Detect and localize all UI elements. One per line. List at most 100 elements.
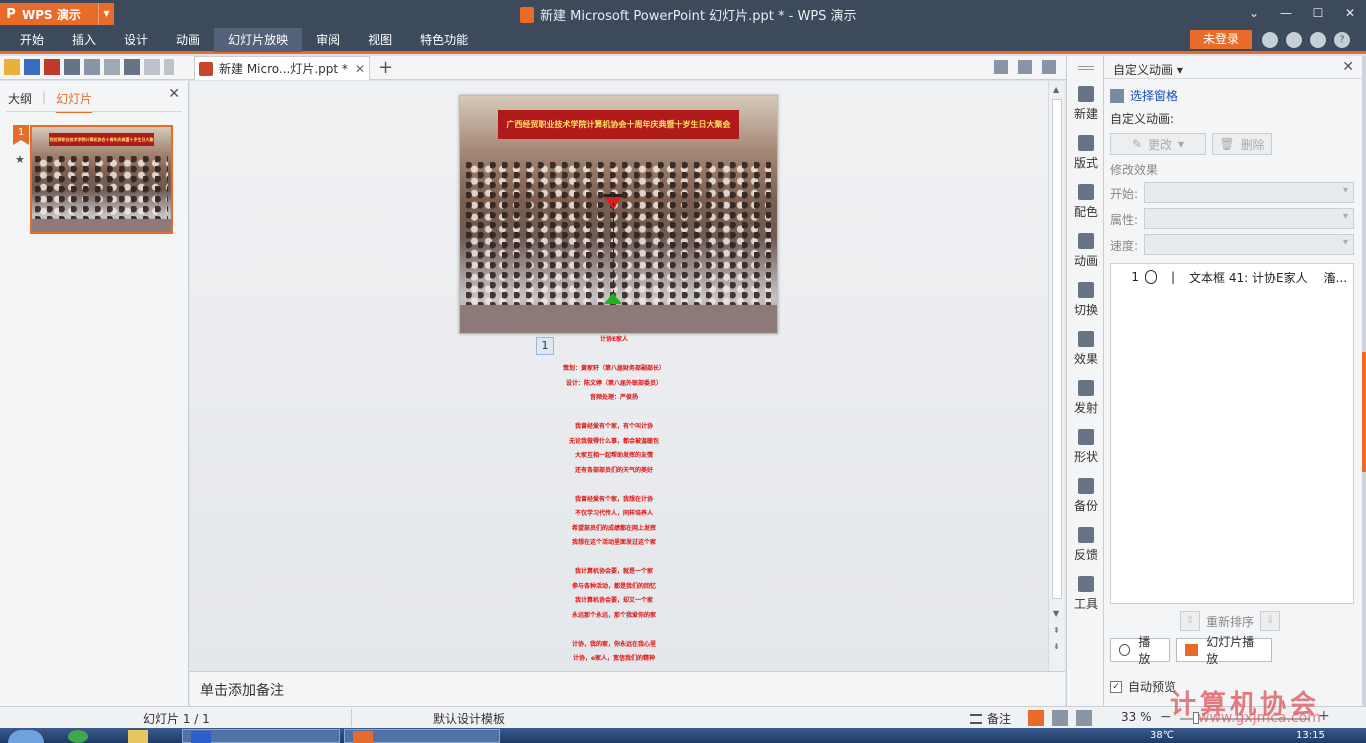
slide-text-line (539, 348, 689, 363)
auto-preview-checkbox[interactable]: ✓ (1110, 680, 1122, 693)
auto-preview-option[interactable]: ✓ 自动预览 (1110, 678, 1176, 695)
print-preview-icon[interactable] (84, 59, 100, 75)
close-pane-icon[interactable]: ✕ (1342, 59, 1354, 75)
next-slide-icon[interactable]: ⇟ (1053, 642, 1060, 651)
close-panel-icon[interactable]: ✕ (168, 86, 180, 102)
pane-collapse-handle[interactable] (1362, 352, 1366, 472)
slide-thumbnail[interactable]: 广西经贸职业技术学院计算机协会十周年庆典暨十岁生日大聚会 (30, 125, 173, 234)
sidebar-item-7[interactable]: 形状 (1067, 429, 1105, 465)
tab-review[interactable]: 审阅 (302, 28, 354, 52)
slideshow-button[interactable]: 幻灯片播放 (1176, 635, 1272, 666)
notes-pane[interactable]: 单击添加备注 (190, 671, 1065, 706)
tab-special-features[interactable]: 特色功能 (406, 28, 482, 52)
chevron-down-icon[interactable]: ▼ (98, 3, 114, 25)
undo-icon[interactable] (124, 59, 140, 75)
taskbar-app-1[interactable] (182, 729, 340, 743)
sidebar-item-2[interactable]: 配色 (1067, 184, 1105, 220)
close-tab-icon[interactable]: ✕ (355, 62, 365, 76)
login-button[interactable]: 未登录 (1190, 30, 1252, 49)
new-tab-button[interactable]: + (378, 57, 393, 78)
sidebar-item-1[interactable]: 版式 (1067, 135, 1105, 171)
slide-sorter-view-icon[interactable] (1052, 710, 1068, 726)
tab-slides[interactable]: 幻灯片 (56, 90, 93, 113)
toolbar-right-icons (994, 60, 1056, 74)
animation-list-item[interactable]: 1 | 文本框 41: 计协E家人 滀... (1111, 268, 1353, 286)
selection-pane-link[interactable]: 选择窗格 (1110, 87, 1178, 104)
play-button[interactable]: 播放 (1110, 635, 1170, 666)
menu-handle-icon[interactable] (1078, 66, 1094, 67)
sidebar-item-6[interactable]: 发射 (1067, 380, 1105, 416)
redo-icon[interactable] (144, 59, 160, 75)
canvas-scrollbar[interactable]: ▲ ▼ ⇞ ⇟ (1048, 81, 1065, 671)
pane-title[interactable]: 自定义动画 ▾ (1113, 61, 1183, 78)
minimize-button[interactable]: — (1270, 0, 1302, 28)
maximize-button[interactable]: ☐ (1302, 0, 1334, 28)
prev-slide-icon[interactable]: ⇞ (1053, 626, 1060, 635)
document-tab[interactable]: 新建 Micro...灯片.ppt * ✕ (194, 56, 370, 80)
custom-animation-pane: 自定义动画 ▾ ✕ 选择窗格 自定义动画: ✎ 更改 ▾ 🗑 删除 修改效果 开… (1104, 56, 1362, 706)
close-button[interactable]: ✕ (1334, 0, 1366, 28)
scroll-down-icon[interactable]: ▼ (1053, 609, 1059, 618)
tab-home[interactable]: 开始 (6, 28, 58, 52)
preview-icon[interactable] (104, 59, 120, 75)
taskbar-browser-icon[interactable] (60, 729, 114, 743)
tab-view[interactable]: 视图 (354, 28, 406, 52)
property-select[interactable] (1144, 208, 1354, 229)
help-icon[interactable]: ? (1334, 32, 1350, 48)
sidebar-item-0[interactable]: 新建 (1067, 86, 1105, 122)
tab-slideshow[interactable]: 幻灯片放映 (214, 28, 303, 52)
animation-star-icon: ★ (15, 153, 25, 166)
notes-placeholder[interactable]: 单击添加备注 (200, 680, 284, 700)
status-bar: 幻灯片 1 / 1 默认设计模板 备注 33 % − + (0, 706, 1366, 728)
design-template-name[interactable]: 默认设计模板 (433, 710, 505, 727)
scroll-up-icon[interactable]: ▲ (1053, 85, 1059, 94)
window-mode-icon[interactable] (1018, 60, 1032, 74)
save-icon[interactable] (24, 59, 40, 75)
tab-design[interactable]: 设计 (110, 28, 162, 52)
sidebar-item-8[interactable]: 备份 (1067, 478, 1105, 514)
pin-icon[interactable] (994, 60, 1008, 74)
open-icon[interactable] (4, 59, 20, 75)
change-button[interactable]: ✎ 更改 ▾ (1110, 133, 1206, 155)
print-icon[interactable] (64, 59, 80, 75)
slideshow-button-label: 幻灯片播放 (1206, 635, 1255, 666)
tab-outline[interactable]: 大纲 (8, 90, 32, 113)
sidebar-item-10[interactable]: 工具 (1067, 576, 1105, 612)
tab-animation[interactable]: 动画 (162, 28, 214, 52)
selection-pane-label: 选择窗格 (1130, 89, 1179, 103)
sync-icon[interactable] (1286, 32, 1302, 48)
motion-path-start-marker[interactable] (604, 293, 622, 304)
start-select[interactable] (1144, 182, 1354, 203)
scrollbar-thumb[interactable] (1052, 99, 1062, 599)
delete-button[interactable]: 🗑 删除 (1212, 133, 1272, 155)
skin-icon[interactable] (1310, 32, 1326, 48)
animation-list[interactable]: 1 | 文本框 41: 计协E家人 滀... (1110, 263, 1354, 604)
export-pdf-icon[interactable] (44, 59, 60, 75)
notes-toggle-button[interactable]: 备注 (970, 710, 1011, 727)
move-up-button[interactable]: ⇧ (1180, 611, 1200, 631)
taskbar-folder-icon[interactable] (120, 729, 178, 743)
customize-chevron-icon[interactable] (164, 59, 174, 75)
taskbar-app-wps[interactable] (344, 729, 500, 743)
sidebar-item-5[interactable]: 效果 (1067, 331, 1105, 367)
sidebar-item-3[interactable]: 动画 (1067, 233, 1105, 269)
normal-view-icon[interactable] (1028, 710, 1044, 726)
chevron-down-icon: ▾ (1178, 137, 1185, 151)
motion-path-line[interactable] (613, 203, 614, 298)
cloud-icon[interactable] (1262, 32, 1278, 48)
slide-text-line: 我曾经爱有个家，有个叫计协 (574, 423, 653, 430)
slideshow-view-icon[interactable] (1076, 710, 1092, 726)
tab-insert[interactable]: 插入 (58, 28, 110, 52)
sidebar-item-4[interactable]: 切换 (1067, 282, 1105, 318)
speed-select[interactable] (1144, 234, 1354, 255)
move-down-button[interactable]: ⇩ (1260, 611, 1281, 631)
ribbon-collapse-button[interactable]: ⌄ (1238, 0, 1270, 28)
wps-menu-button[interactable]: P WPS 演示 ▼ (0, 3, 114, 25)
sidebar-item-9[interactable]: 反馈 (1067, 527, 1105, 563)
slide-text-box[interactable]: 计协E家人 策划：黄家轩（第八届财务部副部长） 设计：陈文婷（第八届外联部委员） 音频… (539, 333, 689, 667)
pane-edge-scroll[interactable] (1362, 56, 1366, 706)
switch-window-icon[interactable] (1042, 60, 1056, 74)
wps-logo-icon: P (6, 6, 16, 22)
zoom-level[interactable]: 33 % (1121, 710, 1152, 724)
start-button[interactable] (8, 730, 44, 743)
